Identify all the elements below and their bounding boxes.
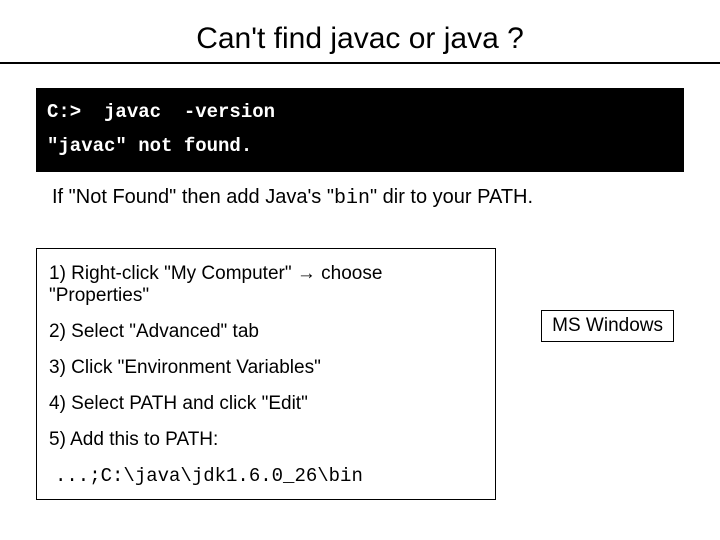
step-4: 4) Select PATH and click "Edit": [49, 393, 483, 415]
instruction-prefix: If "Not Found" then add Java's ": [52, 186, 334, 208]
instruction-suffix: " dir to your PATH.: [370, 186, 533, 208]
terminal-line-1: C:> javac -version: [47, 95, 673, 129]
step-path: ...;C:\java\jdk1.6.0_26\bin: [55, 465, 483, 487]
step-2: 2) Select "Advanced" tab: [49, 321, 483, 343]
slide: Can't find javac or java ? C:> javac -ve…: [0, 0, 720, 540]
step-3: 3) Click "Environment Variables": [49, 357, 483, 379]
terminal-line-2: "javac" not found.: [47, 129, 673, 163]
os-label: MS Windows: [541, 310, 674, 342]
terminal-block: C:> javac -version "javac" not found.: [36, 88, 684, 172]
title-wrap: Can't find javac or java ?: [0, 0, 720, 70]
title-underline: [0, 62, 720, 64]
slide-title: Can't find javac or java ?: [0, 22, 720, 56]
step-5: 5) Add this to PATH:: [49, 429, 483, 451]
instruction-bin: bin: [334, 187, 370, 210]
step-1: 1) Right-click "My Computer" → choose "P…: [49, 263, 483, 307]
instruction-text: If "Not Found" then add Java's "bin" dir…: [52, 186, 684, 210]
steps-box: 1) Right-click "My Computer" → choose "P…: [36, 248, 496, 500]
